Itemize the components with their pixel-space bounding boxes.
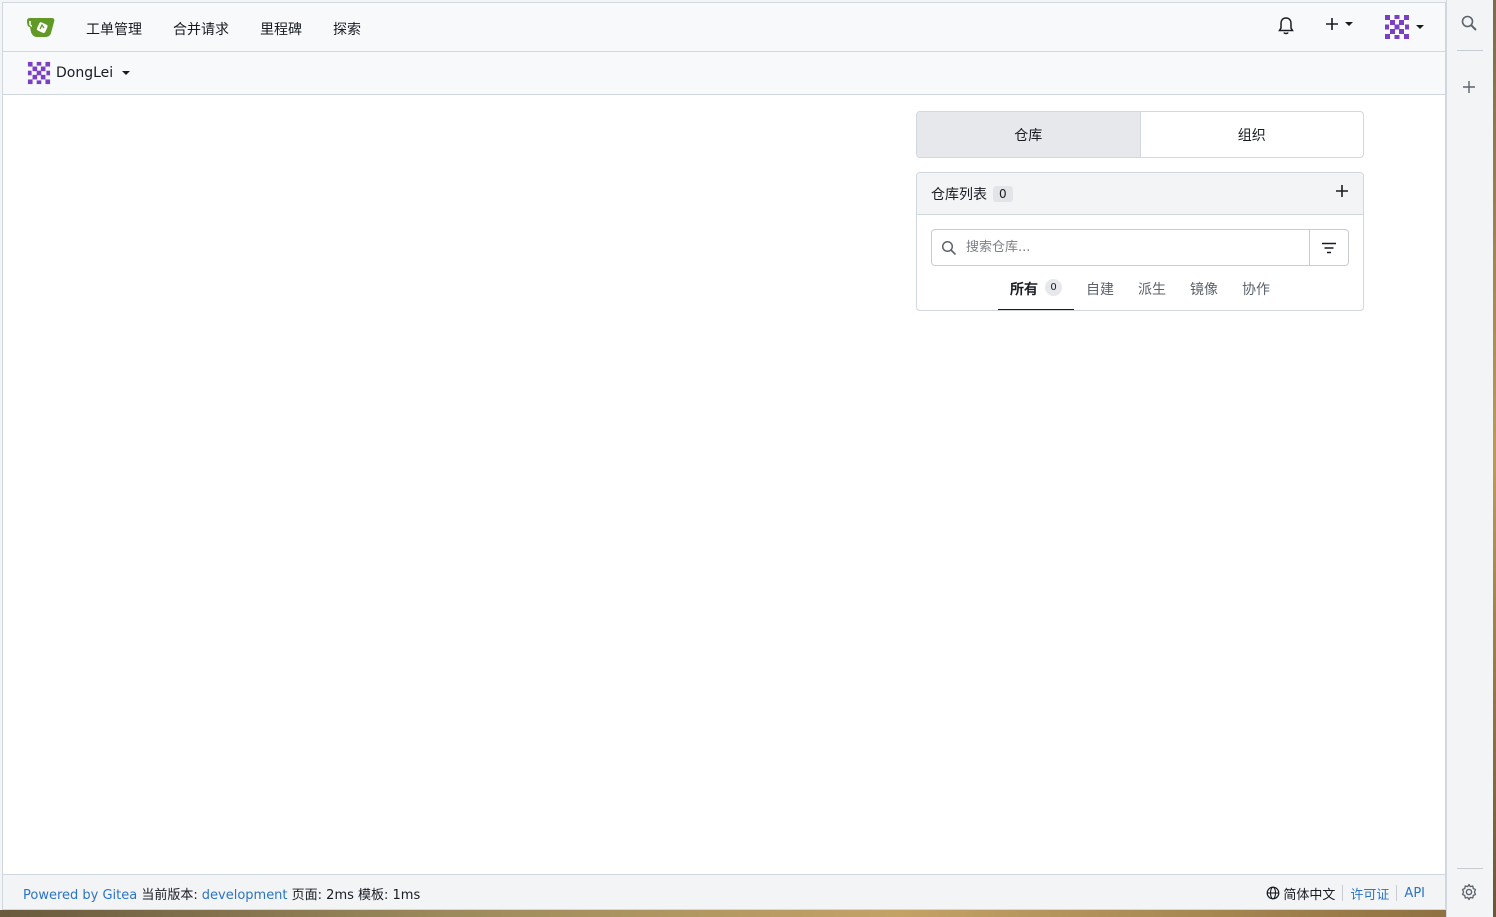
navbar: 工单管理 合并请求 里程碑 探索 xyxy=(3,3,1445,52)
browser-sidebar xyxy=(1446,0,1493,917)
version-link[interactable]: development xyxy=(202,888,288,903)
render-timing: 页面: 2ms 模板: 1ms xyxy=(291,887,421,903)
nav-pull-requests[interactable]: 合并请求 xyxy=(173,19,229,39)
context-switcher[interactable]: DongLei xyxy=(27,61,131,85)
sidebar-settings-gear-icon[interactable] xyxy=(1460,883,1478,905)
repo-type-filters: 所有 0 自建 派生 镜像 协作 xyxy=(917,277,1363,310)
repo-search xyxy=(931,229,1349,266)
filter-mirrors[interactable]: 镜像 xyxy=(1178,277,1230,310)
repo-list-header: 仓库列表 0 xyxy=(917,173,1363,215)
license-link[interactable]: 许可证 xyxy=(1350,884,1389,903)
filter-all[interactable]: 所有 0 xyxy=(998,277,1074,310)
tab-repositories[interactable]: 仓库 xyxy=(917,112,1141,157)
chevron-down-icon xyxy=(1416,25,1424,29)
footer: Powered by Gitea 当前版本: development 页面: 2m… xyxy=(3,874,1445,909)
sidebar-divider xyxy=(1457,50,1483,51)
filter-icon xyxy=(1322,242,1336,253)
repo-filter-button[interactable] xyxy=(1309,230,1348,265)
dashboard-context-bar: DongLei xyxy=(3,52,1445,95)
browser-page: 工单管理 合并请求 里程碑 探索 DongLei 仓库 组织 仓库列表 0 搜索… xyxy=(2,2,1446,910)
api-link[interactable]: API xyxy=(1404,886,1425,901)
filter-forks[interactable]: 派生 xyxy=(1126,277,1178,310)
sidebar-divider xyxy=(1457,868,1483,869)
new-repo-button[interactable] xyxy=(1335,184,1349,202)
context-user-name: DongLei xyxy=(56,65,114,81)
sidebar-add-icon[interactable] xyxy=(1462,80,1476,98)
filter-collaborative[interactable]: 协作 xyxy=(1230,277,1282,310)
plus-icon xyxy=(1336,185,1348,197)
repo-count-badge: 0 xyxy=(993,185,1013,202)
language-label: 简体中文 xyxy=(1283,887,1336,903)
repo-search-input[interactable] xyxy=(966,230,1309,265)
search-icon xyxy=(932,230,966,265)
footer-left: Powered by Gitea 当前版本: development 页面: 2m… xyxy=(23,884,424,903)
filter-sources[interactable]: 自建 xyxy=(1074,277,1126,310)
nav-issues[interactable]: 工单管理 xyxy=(86,19,142,39)
avatar xyxy=(27,61,51,85)
nav-explore[interactable]: 探索 xyxy=(333,19,361,39)
chevron-down-icon xyxy=(1345,22,1353,26)
powered-by-link[interactable]: Powered by Gitea xyxy=(23,888,137,903)
plus-icon xyxy=(1326,18,1338,30)
globe-icon xyxy=(1266,886,1280,900)
repo-list-panel: 仓库列表 0 所有 xyxy=(916,172,1364,311)
desktop-background xyxy=(0,910,1496,917)
tab-organizations[interactable]: 组织 xyxy=(1141,112,1364,157)
dashboard-tabs: 仓库 组织 xyxy=(916,111,1364,158)
filter-all-count: 0 xyxy=(1045,279,1062,296)
avatar xyxy=(1385,15,1409,39)
footer-right: 简体中文 许可证 API xyxy=(1266,884,1425,903)
repo-list-title: 仓库列表 xyxy=(931,186,987,203)
filter-all-label: 所有 xyxy=(1010,282,1038,298)
footer-divider xyxy=(1342,885,1344,901)
version-label: 当前版本: xyxy=(141,887,198,903)
language-selector[interactable]: 简体中文 xyxy=(1266,884,1335,903)
create-menu-button[interactable] xyxy=(1325,17,1353,31)
user-menu-button[interactable] xyxy=(1384,14,1424,40)
nav-milestones[interactable]: 里程碑 xyxy=(260,19,302,39)
sidebar-search-icon[interactable] xyxy=(1460,14,1478,36)
notifications-bell-icon[interactable] xyxy=(1277,16,1295,40)
footer-divider xyxy=(1396,885,1398,901)
gitea-logo-icon[interactable] xyxy=(25,15,57,41)
chevron-down-icon xyxy=(122,71,131,75)
